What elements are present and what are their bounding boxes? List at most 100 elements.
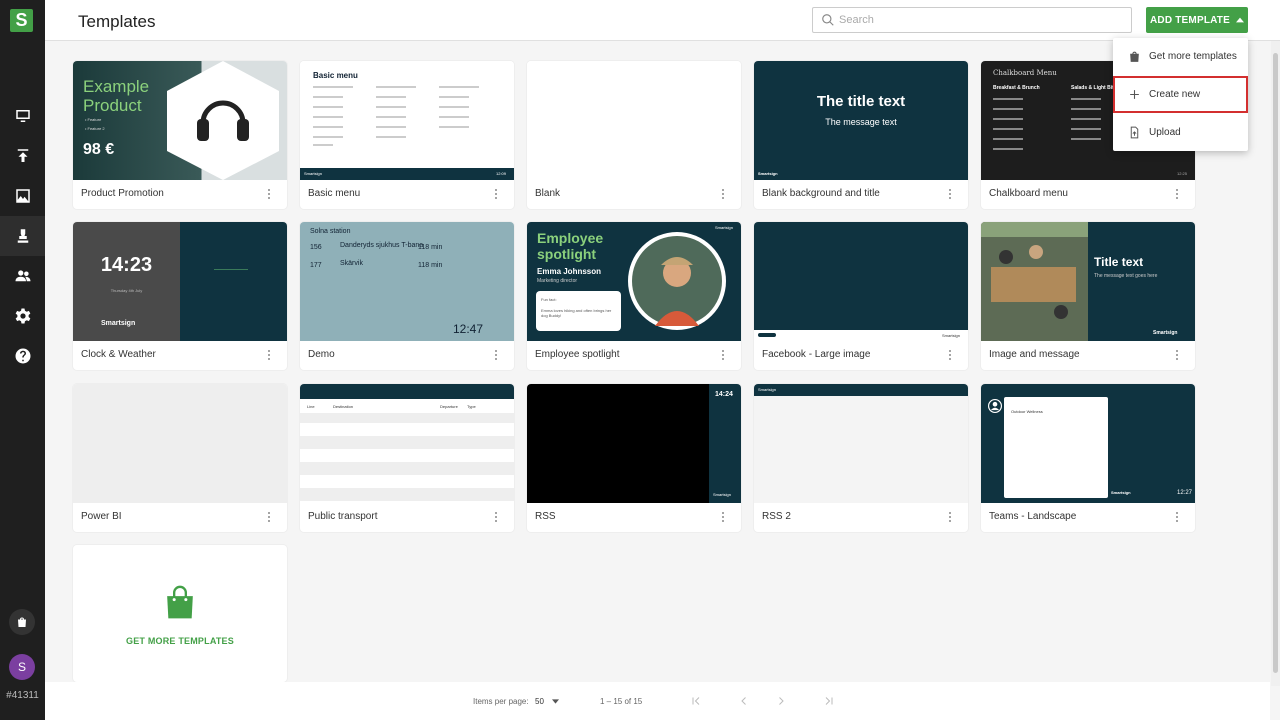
more-options-icon[interactable] (722, 350, 726, 360)
thumb-text: Destination (333, 404, 354, 409)
add-template-menu: Get more templates Create new Upload (1113, 38, 1248, 151)
person-icon (988, 399, 1002, 413)
more-options-icon[interactable] (495, 350, 499, 360)
template-thumbnail: Smartsign (754, 384, 968, 503)
thumb-text: Chalkboard Menu (993, 69, 1057, 77)
template-thumbnail: 14:24 Smartsign (527, 384, 741, 503)
thumb-text: Smartsign (758, 387, 777, 392)
more-options-icon[interactable] (949, 350, 953, 360)
thumb-text: Danderyds sjukhus T-bana (340, 242, 424, 249)
template-thumbnail: Basic menu Smartsign 12:09 (300, 61, 514, 180)
sidebar-item-screens[interactable] (0, 96, 45, 136)
template-card-image-and-message[interactable]: Title text The message text goes here Sm… (981, 222, 1195, 370)
thumb-text: The title text (816, 93, 906, 110)
chevron-down-icon[interactable] (552, 699, 559, 704)
menu-item-get-more-templates[interactable]: Get more templates (1113, 38, 1248, 75)
thumb-text: • Feature (85, 117, 102, 122)
thumb-text: 12:09 (496, 171, 507, 176)
template-card-clock-weather[interactable]: 14:23 Thursday 4th July Smartsign Clock … (73, 222, 287, 370)
thumb-text: Marketing director (537, 278, 578, 284)
more-options-icon[interactable] (1176, 350, 1180, 360)
menu-item-label: Create new (1149, 89, 1201, 100)
sidebar-item-templates[interactable] (0, 216, 45, 256)
headphones-image (167, 61, 279, 180)
template-card-basic-menu[interactable]: Basic menu Smartsign 12:09 Basic menu (300, 61, 514, 209)
shopping-bag-icon (1130, 51, 1139, 62)
template-name: Public transport (308, 511, 378, 522)
template-card-product-promotion[interactable]: Example Product • Feature • Feature 2 98… (73, 61, 287, 209)
sidebar-item-help[interactable] (0, 336, 45, 376)
thumb-text: Smartsign (715, 225, 734, 230)
more-options-icon[interactable] (949, 512, 953, 522)
more-options-icon[interactable] (722, 512, 726, 522)
pagination-range: 1 – 15 of 15 (600, 697, 643, 706)
template-name: Chalkboard menu (989, 188, 1068, 199)
template-name: Power BI (81, 511, 122, 522)
template-card-blank[interactable]: Blank (527, 61, 741, 209)
template-card-public-transport[interactable]: Line Destination Departure Type Public t… (300, 384, 514, 532)
search-box[interactable] (812, 7, 1132, 33)
get-more-templates-card[interactable]: GET MORE TEMPLATES (73, 545, 287, 682)
template-card-power-bi[interactable]: Power BI (73, 384, 287, 532)
thumb-text: Line (307, 404, 315, 409)
search-icon (822, 14, 834, 26)
next-page-icon[interactable] (775, 695, 787, 707)
avatar[interactable]: S (9, 654, 35, 680)
menu-item-label: Upload (1149, 127, 1181, 138)
first-page-icon[interactable] (690, 695, 702, 707)
sidebar-item-media[interactable] (0, 176, 45, 216)
template-card-blank-background-and-title[interactable]: The title text The message text Smartsig… (754, 61, 968, 209)
thumb-text: Smartsign (1153, 330, 1178, 336)
more-options-icon[interactable] (268, 189, 272, 199)
template-name: Clock & Weather (81, 349, 156, 360)
add-template-button[interactable]: ADD TEMPLATE (1146, 7, 1248, 33)
last-page-icon[interactable] (823, 695, 835, 707)
sidebar-item-upload[interactable] (0, 136, 45, 176)
get-more-templates-shortcut[interactable] (9, 609, 35, 635)
shopping-bag-icon (167, 585, 193, 619)
more-options-icon[interactable] (495, 512, 499, 522)
menu-item-upload[interactable]: Upload (1113, 114, 1248, 151)
sidebar: S S #41311 (0, 0, 45, 720)
thumb-text: 12:25 (1177, 171, 1188, 176)
template-name: Image and message (989, 349, 1080, 360)
template-card-facebook-large-image[interactable]: Smartsign Facebook - Large image (754, 222, 968, 370)
scrollbar[interactable] (1271, 41, 1280, 686)
more-options-icon[interactable] (495, 189, 499, 199)
users-icon (15, 270, 30, 282)
thumb-text: spotlight (537, 246, 597, 262)
items-per-page-select[interactable]: 50 (535, 697, 544, 706)
template-card-rss[interactable]: 14:24 Smartsign RSS (527, 384, 741, 532)
app-logo[interactable]: S (10, 9, 33, 32)
template-name: Basic menu (308, 188, 361, 199)
sidebar-item-users[interactable] (0, 256, 45, 296)
thumb-text: Product (83, 96, 142, 115)
previous-page-icon[interactable] (738, 695, 750, 707)
more-options-icon[interactable] (268, 512, 272, 522)
template-card-demo[interactable]: Solna station 156 Danderyds sjukhus T-ba… (300, 222, 514, 370)
menu-item-label: Get more templates (1149, 51, 1237, 62)
more-options-icon[interactable] (1176, 512, 1180, 522)
thumb-text: Emma Johnsson (537, 267, 602, 276)
more-options-icon[interactable] (722, 189, 726, 199)
template-card-teams-landscape[interactable]: Outdoor Wellness Smartsign 12:27 Teams -… (981, 384, 1195, 532)
template-thumbnail: Smartsign (754, 222, 968, 341)
template-name: Product Promotion (81, 188, 164, 199)
template-card-rss-2[interactable]: Smartsign RSS 2 (754, 384, 968, 532)
more-options-icon[interactable] (949, 189, 953, 199)
thumb-text: Outdoor Wellness (1011, 409, 1043, 414)
template-thumbnail (73, 384, 287, 503)
more-options-icon[interactable] (268, 350, 272, 360)
more-options-icon[interactable] (1176, 189, 1180, 199)
monitor-icon (15, 110, 30, 122)
thumb-text: Title text (1094, 255, 1144, 269)
thumb-text: 14:23 (100, 254, 153, 276)
template-card-employee-spotlight[interactable]: Employee spotlight Emma Johnsson Marketi… (527, 222, 741, 370)
scrollbar-thumb[interactable] (1273, 53, 1278, 673)
menu-item-create-new[interactable]: Create new (1113, 76, 1248, 113)
thumb-text: The message text (825, 117, 897, 127)
thumb-text: 177 (310, 262, 322, 269)
sidebar-item-settings[interactable] (0, 296, 45, 336)
search-input[interactable] (839, 11, 1124, 29)
template-name: Blank (535, 188, 561, 199)
